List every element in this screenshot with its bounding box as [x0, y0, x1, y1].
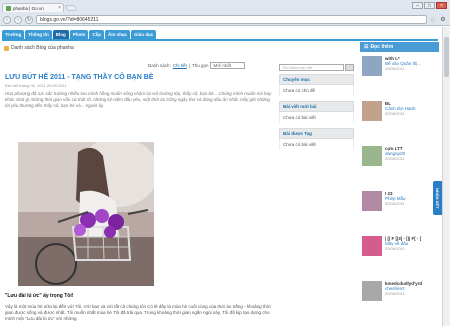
address-bar[interactable]: blogs.go.vn/?id=80645211 — [36, 15, 427, 24]
section-head-recent: Bài viết mới bài — [279, 101, 354, 112]
browser-tab[interactable]: phanha | Go.vn × — [2, 3, 64, 12]
reader-panel: ☰ Đọc thêm with L* Bế vào Quân thị... 20… — [360, 42, 439, 326]
section-head-categories: Chuyên mục — [279, 74, 354, 85]
blog-search-input[interactable]: Tìm kiếm bài viết — [279, 64, 344, 71]
tab-thong-tin[interactable]: Thông tin — [25, 30, 52, 39]
tab-clip[interactable]: Clip — [89, 30, 104, 39]
reader-date: 20/06/2011 — [385, 111, 405, 116]
reader-date: 20/06/2011 — [385, 246, 405, 251]
page-content: Trường Thông tin Blog Photo Clip Âm nhạc… — [0, 27, 442, 326]
tab-giao-duc[interactable]: Giáo dục — [130, 30, 157, 39]
avatar[interactable] — [362, 281, 382, 301]
reader-header: ☰ Đọc thêm — [360, 42, 439, 52]
blog-list-icon — [4, 45, 9, 51]
view-options: Danh sách: Chi tiết | Thu gọn Mới nhất — [148, 62, 246, 69]
settings-wrench-icon[interactable]: ⚙ — [439, 16, 447, 24]
reader-date: 20/06/2011 — [385, 201, 405, 206]
view-separator: | — [188, 63, 190, 68]
reader-item[interactable]: | [| F [|3[ - [|| F[ - [ Mây về đâu 20/0… — [360, 232, 439, 277]
post-intro: Hoa phượng đã rực sắc trường nhiều lưu m… — [5, 91, 272, 108]
maximize-button[interactable]: □ — [424, 2, 435, 9]
post-caption: "Lưu đài lú ức" ấy trọng Tôi! — [5, 293, 74, 299]
tab-truong[interactable]: Trường — [2, 30, 25, 39]
back-arrow-icon[interactable]: ‹ — [3, 15, 11, 24]
view-detail-link[interactable]: Chi tiết — [173, 63, 187, 68]
post-date: Bài viết tháng 06, 2011 20:05:2011 — [5, 83, 67, 88]
forward-arrow-icon[interactable]: › — [14, 15, 22, 24]
tab-title: phanha | Go.vn — [13, 5, 44, 11]
tab-blog[interactable]: Blog — [52, 30, 69, 39]
reader-title: Đọc thêm — [370, 44, 394, 50]
reader-item[interactable]: with L* Bế vào Quân thị... 20/06/2011 — [360, 52, 439, 97]
reader-date: 20/06/2011 — [385, 156, 405, 161]
reader-item[interactable]: I 23 Phép Mẫu 20/06/2011 — [360, 187, 439, 232]
post-photo — [18, 142, 154, 286]
nav-divider — [2, 39, 438, 41]
browser-toolbar: ‹ › ↻ blogs.go.vn/?id=80645211 ☆ ⚙ — [0, 13, 450, 26]
profile-nav: Trường Thông tin Blog Photo Clip Âm nhạc… — [2, 30, 157, 39]
tab-close-icon[interactable]: × — [58, 5, 61, 11]
avatar[interactable] — [362, 191, 382, 211]
section-body-recent: Chưa có bài viết — [279, 112, 354, 123]
breadcrumb: Danh sách Blog của phanha — [4, 45, 74, 51]
close-window-button[interactable]: × — [436, 2, 447, 9]
avatar[interactable] — [362, 101, 382, 121]
reader-date: 20/06/2011 — [385, 291, 405, 296]
minimize-button[interactable]: – — [412, 2, 423, 9]
avatar[interactable] — [362, 56, 382, 76]
sort-select[interactable]: Mới nhất — [210, 62, 246, 69]
avatar[interactable] — [362, 236, 382, 256]
reader-item[interactable]: cựu LTT dangnp28 20/06/2011 — [360, 142, 439, 187]
bookmark-star-icon[interactable]: ☆ — [430, 16, 436, 24]
reader-item[interactable]: kmedcdudlyd'yrd cheshire2 20/06/2011 — [360, 277, 439, 322]
section-head-tagged: Bài được Tag — [279, 128, 354, 139]
tab-photo[interactable]: Photo — [69, 30, 89, 39]
view-label: Danh sách: — [148, 63, 171, 68]
new-tab-button[interactable] — [64, 5, 78, 11]
right-column: Chuyên mục Chưa có chủ đề Bài viết mới b… — [279, 74, 354, 150]
browser-chrome: phanha | Go.vn × – □ × ‹ › ↻ blogs.go.vn… — [0, 0, 450, 26]
window-controls: – □ × — [412, 2, 447, 9]
page-scrollbar[interactable] — [442, 27, 450, 326]
reader-item[interactable]: ĐL Cảnh đợi Hạnh 20/06/2011 — [360, 97, 439, 142]
reload-icon[interactable]: ↻ — [25, 15, 33, 24]
tab-am-nhac[interactable]: Âm nhạc — [104, 30, 130, 39]
post-title[interactable]: LƯU BÚT HẾ 2011 - TẠNG THẦY CÔ BẠN BÈ — [5, 74, 153, 81]
section-body-categories: Chưa có chủ đề — [279, 85, 354, 96]
view-compact-link[interactable]: Thu gọn — [192, 63, 209, 68]
search-button[interactable] — [345, 64, 354, 71]
scrollbar-thumb[interactable] — [444, 37, 449, 77]
avatar[interactable] — [362, 146, 382, 166]
reader-icon: ☰ — [364, 44, 369, 50]
site-favicon-icon — [6, 5, 11, 11]
reader-date: 20/06/2011 — [385, 66, 405, 71]
post-paragraph: Vậy là một mùa hè nữa lại đến với Tôi. V… — [5, 304, 271, 321]
breadcrumb-text[interactable]: Danh sách Blog của phanha — [11, 45, 74, 51]
section-body-tagged: Chưa có bài viết — [279, 139, 354, 150]
comment-ribbon-button[interactable]: NHẬN XÉT — [433, 181, 442, 215]
